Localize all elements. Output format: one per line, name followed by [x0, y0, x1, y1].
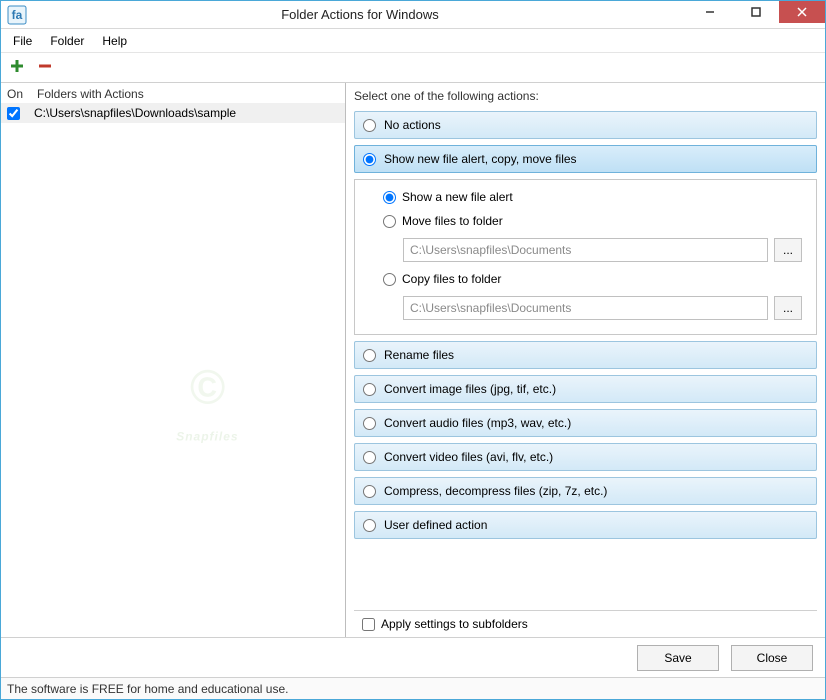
radio-convert-video[interactable] [363, 451, 376, 464]
alert-details-panel: Show a new file alert Move files to fold… [354, 179, 817, 335]
subopt-move[interactable]: Move files to folder [383, 214, 802, 228]
radio-convert-image[interactable] [363, 383, 376, 396]
actions-prompt: Select one of the following actions: [354, 89, 817, 103]
app-icon: fa [7, 5, 27, 25]
radio-alert-copy-move[interactable] [363, 153, 376, 166]
status-text: The software is FREE for home and educat… [7, 682, 288, 696]
titlebar: fa Folder Actions for Windows [1, 1, 825, 29]
radio-convert-audio[interactable] [363, 417, 376, 430]
option-no-actions[interactable]: No actions [354, 111, 817, 139]
apply-subfolders-checkbox[interactable] [362, 618, 375, 631]
actions-pane: Select one of the following actions: No … [346, 83, 825, 637]
footer-buttons: Save Close [1, 637, 825, 677]
option-rename[interactable]: Rename files [354, 341, 817, 369]
folder-row[interactable]: C:\Users\snapfiles\Downloads\sample [1, 103, 345, 123]
option-alert-copy-move[interactable]: Show new file alert, copy, move files [354, 145, 817, 173]
close-button[interactable] [779, 1, 825, 23]
menu-folder[interactable]: Folder [42, 32, 92, 50]
move-browse-button[interactable]: ... [774, 238, 802, 262]
statusbar: The software is FREE for home and educat… [1, 677, 825, 699]
main-area: On Folders with Actions C:\Users\snapfil… [1, 83, 825, 637]
copy-browse-button[interactable]: ... [774, 296, 802, 320]
radio-move[interactable] [383, 215, 396, 228]
option-convert-audio[interactable]: Convert audio files (mp3, wav, etc.) [354, 409, 817, 437]
move-path-row: ... [403, 238, 802, 262]
option-user-defined[interactable]: User defined action [354, 511, 817, 539]
add-icon[interactable] [9, 58, 25, 77]
move-path-input[interactable] [403, 238, 768, 262]
folder-path: C:\Users\snapfiles\Downloads\sample [34, 106, 236, 120]
radio-compress[interactable] [363, 485, 376, 498]
menu-file[interactable]: File [5, 32, 40, 50]
subopt-show-alert[interactable]: Show a new file alert [383, 190, 802, 204]
menu-help[interactable]: Help [94, 32, 135, 50]
folder-enabled-checkbox[interactable] [7, 107, 20, 120]
radio-no-actions[interactable] [363, 119, 376, 132]
radio-user-defined[interactable] [363, 519, 376, 532]
subopt-copy[interactable]: Copy files to folder [383, 272, 802, 286]
radio-copy[interactable] [383, 273, 396, 286]
close-button-footer[interactable]: Close [731, 645, 813, 671]
save-button[interactable]: Save [637, 645, 719, 671]
folders-header: On Folders with Actions [1, 83, 345, 103]
remove-icon[interactable] [37, 58, 53, 77]
window-title: Folder Actions for Windows [33, 7, 687, 22]
copy-path-row: ... [403, 296, 802, 320]
option-compress[interactable]: Compress, decompress files (zip, 7z, etc… [354, 477, 817, 505]
folders-pane: On Folders with Actions C:\Users\snapfil… [1, 83, 346, 637]
menubar: File Folder Help [1, 29, 825, 53]
app-window: fa Folder Actions for Windows File Folde… [0, 0, 826, 700]
maximize-button[interactable] [733, 1, 779, 23]
minimize-button[interactable] [687, 1, 733, 23]
apply-subfolders-row[interactable]: Apply settings to subfolders [354, 610, 817, 637]
toolbar [1, 53, 825, 83]
svg-text:fa: fa [12, 8, 23, 22]
option-convert-video[interactable]: Convert video files (avi, flv, etc.) [354, 443, 817, 471]
window-controls [687, 1, 825, 28]
folders-list: C:\Users\snapfiles\Downloads\sample [1, 103, 345, 637]
copy-path-input[interactable] [403, 296, 768, 320]
column-folders: Folders with Actions [37, 87, 144, 101]
radio-rename[interactable] [363, 349, 376, 362]
radio-show-alert[interactable] [383, 191, 396, 204]
column-on: On [7, 87, 37, 101]
option-convert-image[interactable]: Convert image files (jpg, tif, etc.) [354, 375, 817, 403]
